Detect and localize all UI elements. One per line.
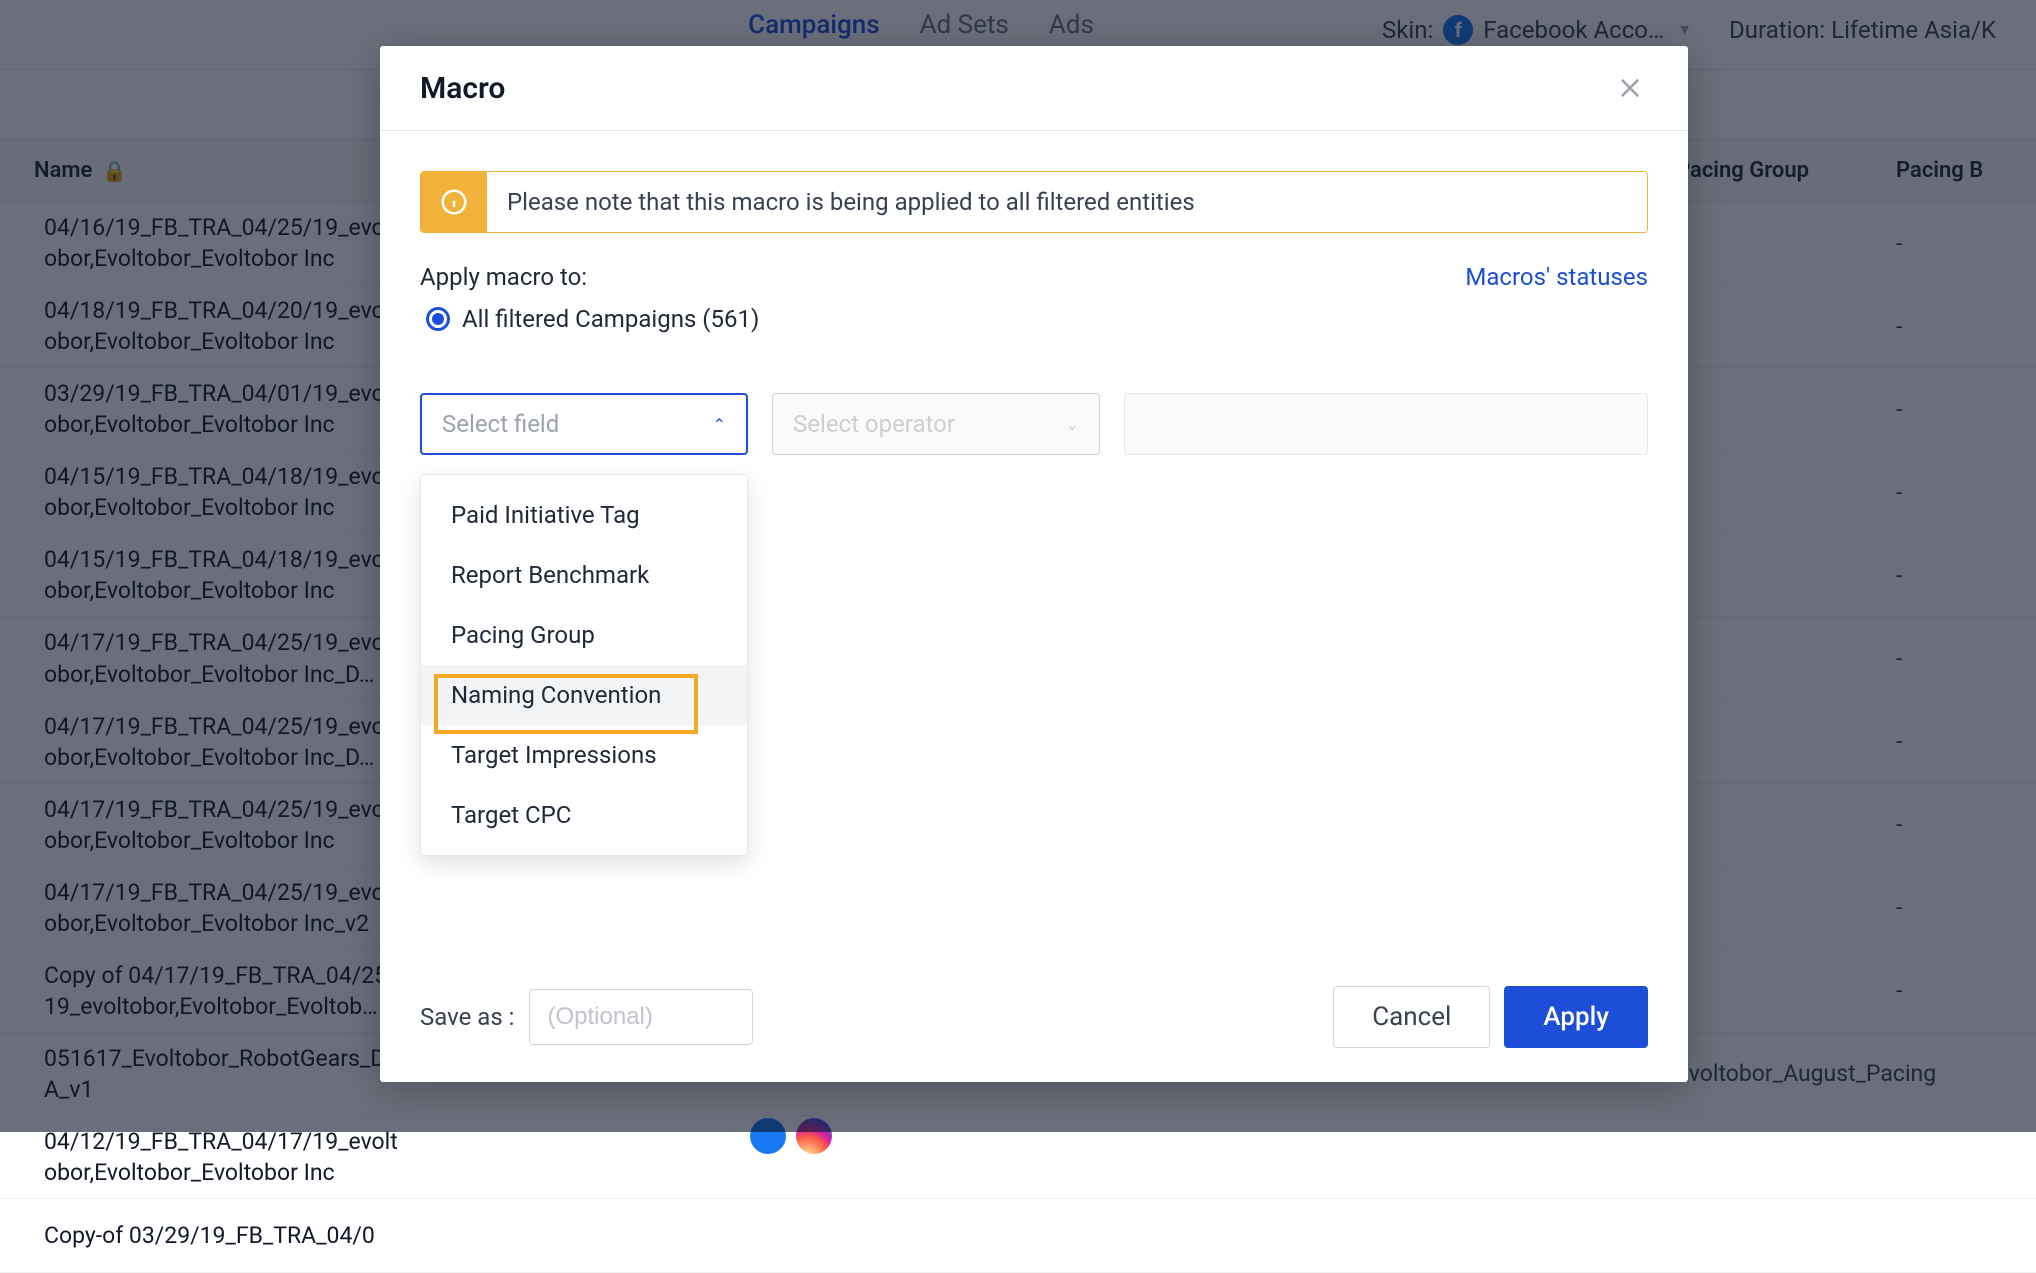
- select-field-placeholder: Select field: [442, 410, 559, 438]
- table-row[interactable]: Copy-of 03/29/19_FB_TRA_04/0: [0, 1199, 2036, 1273]
- radio-all-filtered[interactable]: All filtered Campaigns (561): [426, 305, 1648, 333]
- dropdown-option[interactable]: Pacing Group: [421, 605, 747, 665]
- macro-modal: Macro Please note that this macro is bei…: [380, 46, 1688, 1082]
- save-as-input[interactable]: [529, 989, 753, 1045]
- modal-footer: Save as : Cancel Apply: [380, 972, 1688, 1082]
- value-input[interactable]: [1124, 393, 1648, 455]
- modal-body: Please note that this macro is being app…: [380, 131, 1688, 972]
- macro-condition-row: Select field ⌃ Select operator ⌄: [420, 393, 1648, 455]
- radio-label: All filtered Campaigns (561): [462, 305, 759, 333]
- dropdown-option[interactable]: Target CPC: [421, 785, 747, 845]
- apply-button[interactable]: Apply: [1504, 986, 1648, 1048]
- apply-macro-label: Apply macro to:: [420, 263, 587, 291]
- macros-statuses-link[interactable]: Macros' statuses: [1465, 263, 1648, 291]
- notice-text: Please note that this macro is being app…: [487, 172, 1647, 232]
- chevron-down-icon: ⌄: [1066, 415, 1079, 434]
- field-dropdown-panel: Paid Initiative TagReport BenchmarkPacin…: [420, 474, 748, 856]
- modal-title: Macro: [420, 71, 505, 106]
- close-icon: [1616, 74, 1644, 102]
- dropdown-option[interactable]: Report Benchmark: [421, 545, 747, 605]
- dropdown-option[interactable]: Target Impressions: [421, 725, 747, 785]
- radio-icon: [426, 307, 450, 331]
- modal-header: Macro: [380, 46, 1688, 131]
- save-as-label: Save as :: [420, 1003, 515, 1031]
- info-icon: [421, 172, 487, 232]
- select-field-dropdown[interactable]: Select field ⌃: [420, 393, 748, 455]
- info-notice: Please note that this macro is being app…: [420, 171, 1648, 233]
- dropdown-option[interactable]: Paid Initiative Tag: [421, 485, 747, 545]
- chevron-up-icon: ⌃: [713, 415, 726, 434]
- close-button[interactable]: [1612, 70, 1648, 106]
- cell-name: Copy-of 03/29/19_FB_TRA_04/0: [0, 1210, 420, 1261]
- cancel-button[interactable]: Cancel: [1333, 986, 1490, 1048]
- dropdown-option[interactable]: Naming Convention: [421, 665, 747, 725]
- select-operator-dropdown[interactable]: Select operator ⌄: [772, 393, 1100, 455]
- select-operator-placeholder: Select operator: [793, 410, 955, 438]
